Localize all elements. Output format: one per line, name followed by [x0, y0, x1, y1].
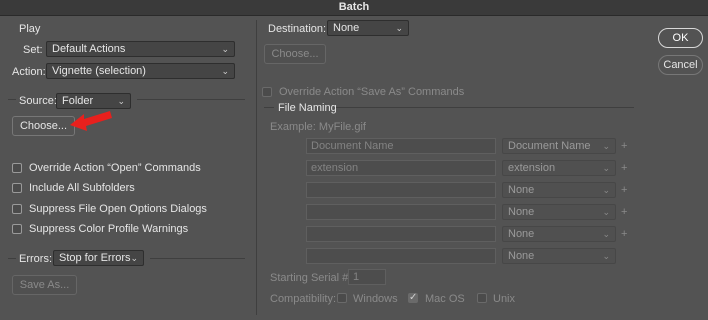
- errors-divider-right: [150, 258, 245, 259]
- errors-label: Errors:: [19, 253, 52, 265]
- action-select-value: Vignette (selection): [52, 65, 146, 77]
- chevron-down-icon: ⌄: [602, 185, 610, 195]
- naming-field-1[interactable]: Document Name: [306, 138, 496, 154]
- naming-select-4-value: None: [508, 206, 535, 218]
- naming-select-3-value: None: [508, 184, 535, 196]
- set-select[interactable]: Default Actions ⌄: [46, 41, 235, 57]
- chevron-down-icon: ⌄: [221, 66, 229, 76]
- file-naming-label: File Naming: [278, 102, 337, 114]
- compat-unix-label: Unix: [493, 293, 516, 305]
- window-title: Batch: [338, 1, 370, 13]
- set-label: Set:: [23, 44, 43, 56]
- destination-choose-button[interactable]: Choose...: [264, 44, 326, 64]
- suppress-open-options-label: Suppress File Open Options Dialogs: [29, 203, 207, 215]
- destination-label: Destination:: [268, 23, 327, 35]
- naming-field-5[interactable]: [306, 226, 496, 242]
- naming-select-6-value: None: [508, 250, 535, 262]
- plus-icon[interactable]: +: [621, 226, 627, 242]
- naming-select-5[interactable]: None ⌄: [502, 226, 616, 242]
- chevron-down-icon: ⌄: [221, 44, 229, 54]
- naming-select-5-value: None: [508, 228, 535, 240]
- chevron-down-icon: ⌄: [602, 141, 610, 151]
- chevron-down-icon: ⌄: [117, 96, 125, 106]
- source-select[interactable]: Folder ⌄: [56, 93, 131, 109]
- chevron-down-icon: ⌄: [130, 253, 138, 263]
- naming-select-2-value: extension: [508, 162, 556, 174]
- compat-macos-label: Mac OS: [425, 293, 465, 305]
- plus-icon[interactable]: +: [621, 160, 627, 176]
- override-save-as-checkbox[interactable]: [262, 87, 272, 97]
- ok-button[interactable]: OK: [658, 28, 703, 48]
- errors-divider-left: [8, 258, 16, 259]
- compat-unix-checkbox[interactable]: [477, 293, 487, 303]
- override-open-checkbox[interactable]: [12, 163, 22, 173]
- override-open-label: Override Action “Open” Commands: [29, 162, 201, 174]
- suppress-color-profile-checkbox[interactable]: [12, 224, 22, 234]
- plus-icon[interactable]: +: [621, 204, 627, 220]
- naming-select-3[interactable]: None ⌄: [502, 182, 616, 198]
- chevron-down-icon: ⌄: [602, 229, 610, 239]
- naming-select-4[interactable]: None ⌄: [502, 204, 616, 220]
- errors-select-value: Stop for Errors: [59, 252, 131, 264]
- file-naming-divider-left: [264, 107, 274, 108]
- source-divider-right: [137, 99, 245, 100]
- chevron-down-icon: ⌄: [602, 163, 610, 173]
- naming-field-2[interactable]: extension: [306, 160, 496, 176]
- file-naming-example: Example: MyFile.gif: [270, 121, 366, 133]
- save-as-button[interactable]: Save As...: [12, 275, 77, 295]
- plus-icon[interactable]: +: [621, 182, 627, 198]
- plus-icon[interactable]: +: [621, 138, 627, 154]
- destination-select[interactable]: None ⌄: [327, 20, 409, 36]
- chevron-down-icon: ⌄: [395, 23, 403, 33]
- naming-field-4[interactable]: [306, 204, 496, 220]
- compat-windows-checkbox[interactable]: [337, 293, 347, 303]
- source-choose-button[interactable]: Choose...: [12, 116, 75, 136]
- suppress-open-options-checkbox[interactable]: [12, 204, 22, 214]
- compat-macos-checkbox[interactable]: ✓: [408, 292, 418, 303]
- checkmark-icon: ✓: [409, 292, 418, 303]
- file-naming-divider-right: [336, 107, 634, 108]
- set-select-value: Default Actions: [52, 43, 126, 55]
- compat-windows-label: Windows: [353, 293, 398, 305]
- starting-serial-label: Starting Serial #:: [270, 272, 352, 284]
- naming-select-6[interactable]: None ⌄: [502, 248, 616, 264]
- source-label: Source:: [19, 95, 57, 107]
- naming-field-6[interactable]: [306, 248, 496, 264]
- starting-serial-input[interactable]: 1: [348, 269, 386, 285]
- play-section-label: Play: [19, 23, 41, 35]
- cancel-button[interactable]: Cancel: [658, 55, 703, 75]
- naming-field-3[interactable]: [306, 182, 496, 198]
- source-select-value: Folder: [62, 95, 94, 107]
- title-bar: Batch: [0, 0, 708, 16]
- naming-select-1-value: Document Name: [508, 140, 591, 152]
- action-label: Action:: [12, 66, 46, 78]
- include-subfolders-checkbox[interactable]: [12, 183, 22, 193]
- red-arrow-icon: [70, 108, 112, 134]
- destination-select-value: None: [333, 22, 360, 34]
- suppress-color-profile-label: Suppress Color Profile Warnings: [29, 223, 189, 235]
- column-separator: [256, 20, 257, 315]
- chevron-down-icon: ⌄: [602, 251, 610, 261]
- include-subfolders-label: Include All Subfolders: [29, 182, 135, 194]
- chevron-down-icon: ⌄: [602, 207, 610, 217]
- naming-select-2[interactable]: extension ⌄: [502, 160, 616, 176]
- errors-select[interactable]: Stop for Errors ⌄: [53, 250, 144, 266]
- source-divider-left: [8, 99, 16, 100]
- naming-select-1[interactable]: Document Name ⌄: [502, 138, 616, 154]
- action-select[interactable]: Vignette (selection) ⌄: [46, 63, 235, 79]
- compatibility-label: Compatibility:: [270, 293, 337, 305]
- override-save-as-label: Override Action “Save As” Commands: [279, 86, 465, 98]
